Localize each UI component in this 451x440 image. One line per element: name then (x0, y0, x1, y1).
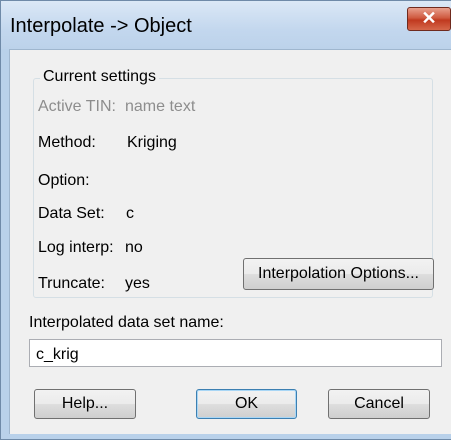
active-tin-label: Active TIN: (38, 98, 116, 115)
dataset-name-input[interactable] (29, 339, 442, 367)
option-label: Option: (38, 172, 90, 189)
help-button-label: Help... (61, 395, 109, 412)
close-icon: ✕ (421, 8, 437, 28)
cancel-button-label: Cancel (354, 395, 404, 412)
current-settings-legend: Current settings (40, 68, 159, 86)
log-interp-label: Log interp: (38, 239, 114, 256)
method-label: Method: (38, 134, 96, 151)
current-settings-group: Current settings Active TIN: name text M… (33, 68, 434, 298)
title-bar[interactable]: Interpolate -> Object ✕ (1, 1, 451, 49)
truncate-label: Truncate: (38, 275, 105, 292)
window-title: Interpolate -> Object (10, 15, 192, 37)
active-tin-value: name text (125, 98, 196, 115)
close-button[interactable]: ✕ (407, 7, 451, 31)
method-value: Kriging (127, 134, 177, 151)
data-set-value: c (126, 205, 134, 222)
interpolation-options-label: Interpolation Options... (258, 265, 419, 282)
data-set-label: Data Set: (38, 205, 105, 222)
help-button[interactable]: Help... (34, 389, 136, 419)
log-interp-value: no (125, 239, 143, 256)
interpolation-options-button[interactable]: Interpolation Options... (243, 258, 434, 290)
dialog-body: Current settings Active TIN: name text M… (9, 49, 451, 434)
dataset-name-label: Interpolated data set name: (29, 314, 224, 331)
cancel-button[interactable]: Cancel (328, 389, 430, 419)
dialog-window: Interpolate -> Object ✕ Current settings… (0, 0, 451, 440)
truncate-value: yes (125, 275, 150, 292)
ok-button[interactable]: OK (196, 389, 297, 419)
ok-button-label: OK (234, 395, 259, 412)
